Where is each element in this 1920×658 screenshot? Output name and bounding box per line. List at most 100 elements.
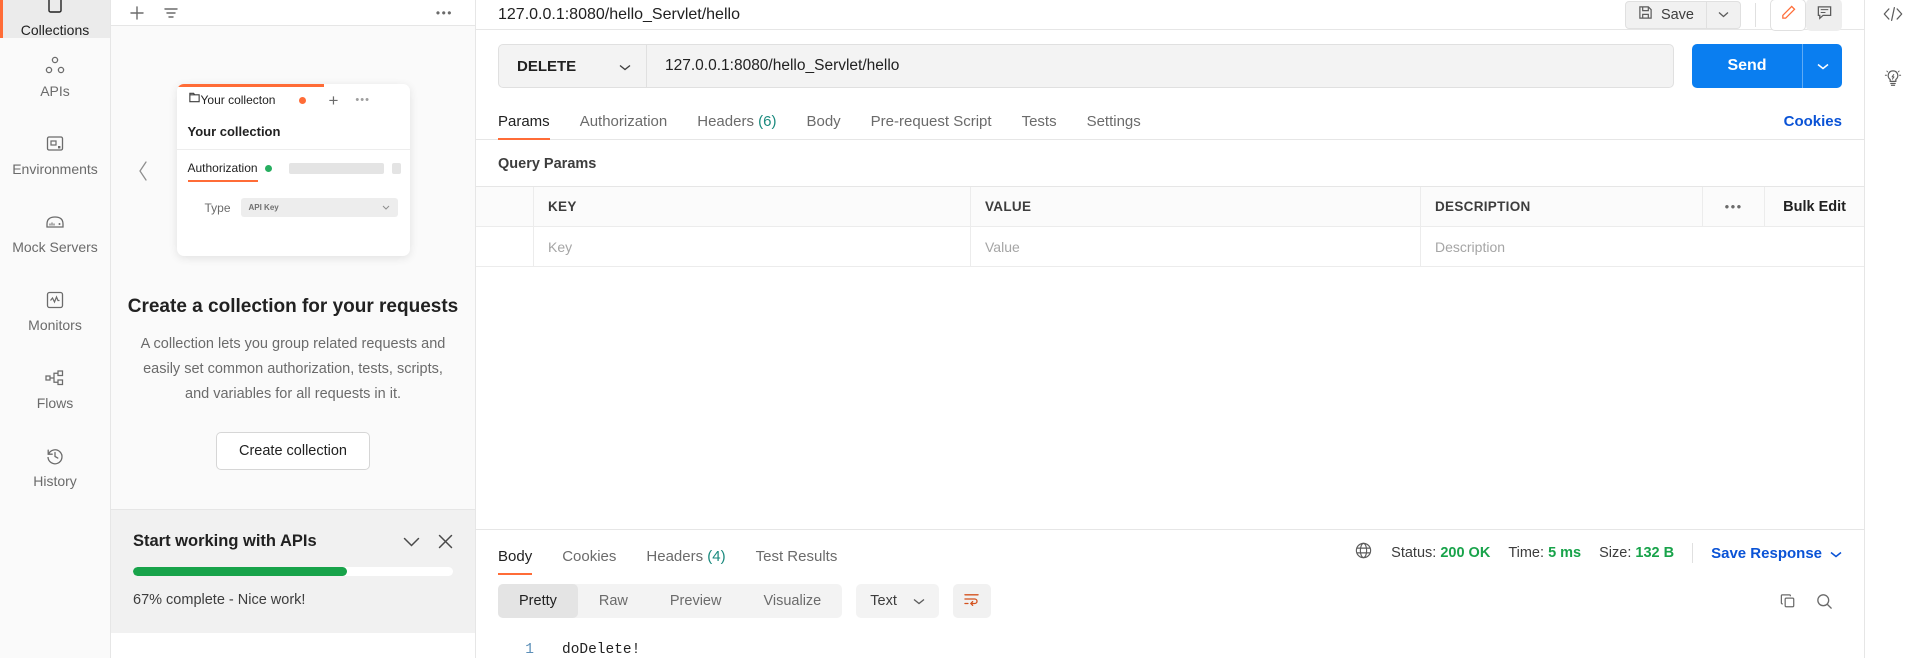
table-more-button[interactable]: ••• [1702,187,1764,226]
tab-label: Pre-request Script [870,113,992,130]
chevron-down-icon [619,58,631,75]
sidebar-bottom-strip [111,633,475,658]
send-options-button[interactable] [1802,44,1842,88]
tab-pre-request-script[interactable]: Pre-request Script [871,113,992,139]
preview-skeleton-bar [391,162,401,174]
progress-title: Start working with APIs [133,532,317,550]
column-header-value: VALUE [971,187,1421,227]
copy-response-button[interactable] [1770,584,1806,618]
apis-icon [44,56,66,76]
collection-preview-card: Your collecton + ••• Your collection Aut… [176,84,410,256]
send-button[interactable]: Send [1692,44,1802,88]
chevron-down-icon [913,593,925,609]
response-format-value: Text [870,593,897,609]
tab-tests[interactable]: Tests [1022,113,1057,139]
collections-sidebar: ••• Your collecton + ••• Your collection… [111,0,476,658]
table-row[interactable]: Key Value Description [476,227,1864,267]
chevron-down-icon [382,203,390,212]
collapse-sidebar-button[interactable] [137,160,150,187]
preview-new-tab-button[interactable]: + [328,92,338,109]
sidebar-more-button[interactable]: ••• [436,6,453,20]
response-body[interactable]: 1 doDelete! [476,618,1864,658]
edit-description-button[interactable] [1770,0,1806,31]
wrap-text-icon [963,592,980,611]
query-params-label: Query Params [498,156,597,172]
onboarding-progress-panel: Start working with APIs 67% complete - N… [111,509,475,633]
row-checkbox-cell[interactable] [476,227,534,267]
param-description-input[interactable]: Description [1421,227,1864,267]
tab-label: Headers [697,113,754,130]
save-response-button[interactable]: Save Response [1711,545,1842,562]
preview-auth-tab: Authorization [187,161,258,182]
filter-icon[interactable] [163,6,179,20]
view-mode-visualize[interactable]: Visualize [742,584,842,618]
header-divider [1755,2,1756,27]
response-tab-test-results[interactable]: Test Results [756,548,838,574]
param-key-input[interactable]: Key [534,227,971,267]
tab-authorization[interactable]: Authorization [580,113,668,139]
cookies-link[interactable]: Cookies [1784,113,1842,139]
insights-button[interactable] [1882,67,1904,94]
preview-tab-bar: Your collecton + ••• [177,84,410,116]
response-pane: Body Cookies Headers (4) Test Results St… [476,529,1864,658]
view-mode-raw[interactable]: Raw [578,584,649,618]
request-title: 127.0.0.1:8080/hello_Servlet/hello [498,5,740,23]
save-button[interactable]: Save [1624,0,1707,29]
sidebar-item-monitors[interactable]: Monitors [0,272,110,350]
time-text: Time: 5 ms [1508,545,1581,561]
search-response-button[interactable] [1806,584,1842,618]
new-item-button[interactable] [129,5,145,21]
sidebar-item-environments[interactable]: Environments [0,116,110,194]
status-label: Status: [1391,545,1437,561]
status-text: Status: 200 OK [1391,545,1490,561]
time-value: 5 ms [1548,545,1582,561]
code-snippet-button[interactable] [1882,4,1904,29]
preview-more-button[interactable]: ••• [355,94,370,106]
sidebar-item-label: Mock Servers [12,238,98,255]
response-tab-body[interactable]: Body [498,548,533,575]
sidebar-item-apis[interactable]: APIs [0,38,110,116]
sidebar-item-history[interactable]: History [0,428,110,506]
preview-type-row: Type API Key [177,182,410,217]
monitors-icon [45,290,65,310]
sidebar-item-label: Collections [20,22,90,38]
auth-status-dot-icon [264,164,272,172]
tab-body[interactable]: Body [806,113,840,139]
view-mode-preview[interactable]: Preview [649,584,743,618]
comment-icon [1816,4,1833,26]
empty-state-description: A collection lets you group related requ… [140,336,446,402]
response-tabs: Body Cookies Headers (4) Test Results St… [476,530,1864,575]
http-method-select[interactable]: DELETE [498,44,646,88]
wrap-lines-button[interactable] [952,584,991,618]
status-value: 200 OK [1440,545,1491,561]
table-header-row: KEY VALUE DESCRIPTION ••• Bulk Edit [476,187,1864,227]
comments-button[interactable] [1806,0,1842,31]
sidebar-item-collections[interactable]: Collections [0,0,110,38]
preview-tab-label: Your collecton [200,93,276,107]
view-mode-pretty[interactable]: Pretty [498,584,578,618]
flows-icon [44,368,66,388]
sidebar-item-mock-servers[interactable]: Mock Servers [0,194,110,272]
sidebar-item-label: Monitors [28,316,82,333]
http-method-value: DELETE [517,57,577,75]
close-progress-button[interactable] [438,534,453,549]
chevron-down-icon [1830,545,1842,562]
param-value-input[interactable]: Value [971,227,1421,267]
sidebar-item-flows[interactable]: Flows [0,350,110,428]
response-tab-headers[interactable]: Headers (4) [646,548,725,574]
tab-params[interactable]: Params [498,113,550,140]
url-input[interactable]: 127.0.0.1:8080/hello_Servlet/hello [646,44,1674,88]
tab-label: Params [498,113,550,130]
create-collection-button[interactable]: Create collection [216,432,370,470]
tab-headers[interactable]: Headers (6) [697,113,776,139]
lightbulb-icon [1882,67,1904,94]
response-format-select[interactable]: Text [856,584,939,618]
response-tab-cookies[interactable]: Cookies [562,548,616,574]
tab-settings[interactable]: Settings [1087,113,1141,139]
collapse-progress-button[interactable] [403,537,420,547]
environments-icon [45,134,65,154]
response-view-controls: Pretty Raw Preview Visualize Text [476,574,1864,618]
save-options-button[interactable] [1707,0,1741,29]
request-tabs: Params Authorization Headers (6) Body Pr… [476,100,1864,140]
bulk-edit-button[interactable]: Bulk Edit [1764,187,1864,226]
